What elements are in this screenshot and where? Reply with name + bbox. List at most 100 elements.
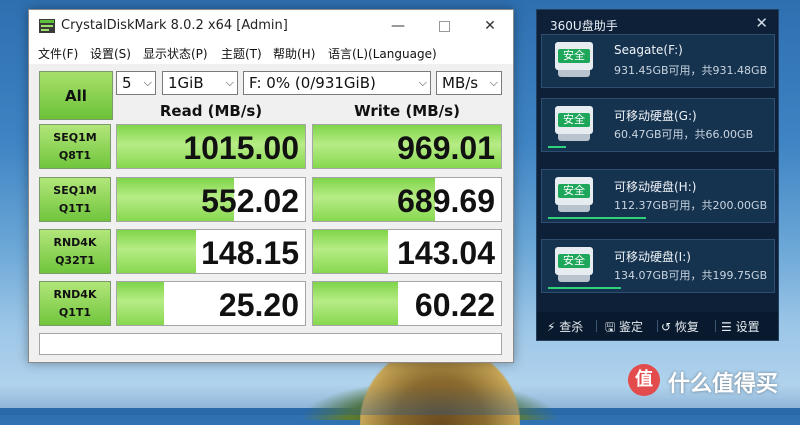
test-name: SEQ1M — [53, 130, 97, 144]
usb-drive-icon: 安全 — [555, 42, 593, 78]
window-title: CrystalDiskMark 8.0.2 x64 [Admin] — [61, 18, 288, 33]
usb-drive-icon: 安全 — [555, 106, 593, 142]
menu-theme[interactable]: 主题(T) — [221, 45, 262, 62]
chevron-down-icon: ⌵ — [143, 76, 152, 89]
write-result-cell: 969.01 — [312, 124, 502, 169]
test-queue: Q1T1 — [58, 201, 92, 215]
size-value: 1GiB — [168, 74, 204, 92]
test-name: RND4K — [53, 287, 97, 301]
chevron-down-icon: ⌵ — [418, 76, 427, 89]
write-value: 60.22 — [414, 287, 495, 323]
maximize-icon — [438, 20, 450, 32]
read-progress-bar — [117, 230, 196, 273]
test-button[interactable]: RND4K Q1T1 — [39, 281, 111, 326]
drive-item[interactable]: 安全 可移动硬盘(H:) 112.37GB可用，共200.00GB — [541, 169, 775, 223]
menu-help[interactable]: 帮助(H) — [273, 45, 315, 62]
drive-name: 可移动硬盘(I:) — [614, 250, 691, 264]
comment-input[interactable] — [39, 333, 502, 355]
close-icon[interactable]: ✕ — [755, 14, 768, 32]
menu-settings[interactable]: 设置(S) — [90, 45, 131, 62]
minimize-button[interactable]: — — [375, 10, 421, 42]
write-progress-bar — [313, 230, 389, 273]
read-value: 552.02 — [201, 183, 299, 219]
drive-name: Seagate(F:) — [614, 43, 683, 57]
read-value: 148.15 — [201, 235, 299, 271]
identify-button[interactable]: 🖫 鉴定 — [605, 318, 643, 339]
test-button[interactable]: RND4K Q32T1 — [39, 229, 111, 274]
close-icon: ✕ — [484, 18, 496, 34]
scan-button[interactable]: ⚡ 查杀 — [547, 318, 583, 335]
usage-bar — [548, 217, 646, 219]
usb-drive-icon: 安全 — [555, 177, 593, 213]
size-select[interactable]: 1GiB ⌵ — [162, 71, 238, 95]
safe-badge: 安全 — [558, 49, 590, 63]
drive-item[interactable]: 安全 可移动硬盘(G:) 60.47GB可用，共66.00GB — [541, 98, 775, 152]
menu-language[interactable]: 语言(L)(Language) — [328, 45, 437, 62]
u360-title: 360U盘助手 — [550, 19, 618, 33]
read-result-cell: 25.20 — [116, 281, 306, 326]
drive-capacity: 60.47GB可用，共66.00GB — [614, 128, 754, 141]
drive-name: 可移动硬盘(G:) — [614, 109, 697, 123]
read-value: 1015.00 — [183, 130, 299, 166]
unit-select[interactable]: MB/s ⌵ — [436, 71, 502, 95]
test-button[interactable]: SEQ1M Q1T1 — [39, 177, 111, 222]
count-value: 5 — [122, 74, 132, 92]
write-result-cell: 689.69 — [312, 177, 502, 222]
drive-select[interactable]: F: 0% (0/931GiB) ⌵ — [243, 71, 431, 95]
menu-display-status[interactable]: 显示状态(P) — [143, 45, 208, 62]
read-result-cell: 1015.00 — [116, 124, 306, 169]
write-result-cell: 143.04 — [312, 229, 502, 274]
menu-file[interactable]: 文件(F) — [38, 45, 78, 62]
footer-divider — [596, 320, 597, 332]
test-queue: Q1T1 — [58, 305, 92, 319]
write-progress-bar — [313, 282, 398, 325]
write-value: 689.69 — [397, 183, 495, 219]
menu-bar: 文件(F) 设置(S) 显示状态(P) 主题(T) 帮助(H) 语言(L)(La… — [29, 42, 513, 64]
u360-panel: 360U盘助手 ✕ 安全 Seagate(F:) 931.45GB可用，共931.4… — [536, 9, 779, 341]
usb-drive-icon: 安全 — [555, 247, 593, 283]
read-result-cell: 552.02 — [116, 177, 306, 222]
crystaldiskmark-window: CrystalDiskMark 8.0.2 x64 [Admin] — ✕ 文件… — [28, 9, 514, 363]
test-name: RND4K — [53, 235, 97, 249]
write-value: 969.01 — [397, 130, 495, 166]
read-value: 25.20 — [218, 287, 299, 323]
watermark-logo-icon: 值 — [628, 364, 660, 396]
watermark-text: 什么值得买 — [668, 372, 779, 397]
drive-value: F: 0% (0/931GiB) — [249, 74, 376, 92]
maximize-button[interactable] — [421, 10, 467, 42]
footer-divider — [657, 320, 658, 332]
write-header: Write (MB/s) — [354, 102, 460, 120]
recover-button[interactable]: ↺ 恢复 — [661, 318, 699, 335]
read-progress-bar — [117, 282, 164, 325]
unit-value: MB/s — [442, 74, 479, 92]
test-queue: Q32T1 — [55, 253, 95, 267]
drive-capacity: 134.07GB可用，共199.75GB — [614, 269, 768, 282]
write-value: 143.04 — [397, 235, 495, 271]
chevron-down-icon: ⌵ — [489, 76, 498, 89]
test-button[interactable]: SEQ1M Q8T1 — [39, 124, 111, 169]
chevron-down-icon: ⌵ — [225, 76, 234, 89]
close-button[interactable]: ✕ — [467, 10, 513, 42]
usage-bar — [548, 287, 622, 289]
drive-item[interactable]: 安全 Seagate(F:) 931.45GB可用，共931.48GB — [541, 34, 775, 88]
read-header: Read (MB/s) — [159, 102, 263, 120]
all-button[interactable]: All — [39, 71, 113, 120]
drive-name: 可移动硬盘(H:) — [614, 180, 697, 194]
count-select[interactable]: 5 ⌵ — [116, 71, 156, 95]
minimize-icon: — — [391, 18, 405, 34]
drive-capacity: 931.45GB可用，共931.48GB — [614, 64, 768, 77]
drive-item[interactable]: 安全 可移动硬盘(I:) 134.07GB可用，共199.75GB — [541, 239, 775, 293]
app-icon — [39, 19, 55, 33]
drive-capacity: 112.37GB可用，共200.00GB — [614, 199, 768, 212]
safe-badge: 安全 — [558, 113, 590, 127]
test-name: SEQ1M — [53, 183, 97, 197]
write-result-cell: 60.22 — [312, 281, 502, 326]
usage-bar — [548, 146, 566, 148]
safe-badge: 安全 — [558, 254, 590, 268]
footer-divider — [715, 320, 716, 332]
title-bar[interactable]: CrystalDiskMark 8.0.2 x64 [Admin] — ✕ — [29, 10, 513, 42]
u360-footer: ⚡ 查杀 🖫 鉴定 ↺ 恢复 ☰ 设置 — [537, 312, 778, 340]
safe-badge: 安全 — [558, 184, 590, 198]
test-queue: Q8T1 — [58, 148, 92, 162]
settings-button[interactable]: ☰ 设置 — [721, 318, 760, 335]
